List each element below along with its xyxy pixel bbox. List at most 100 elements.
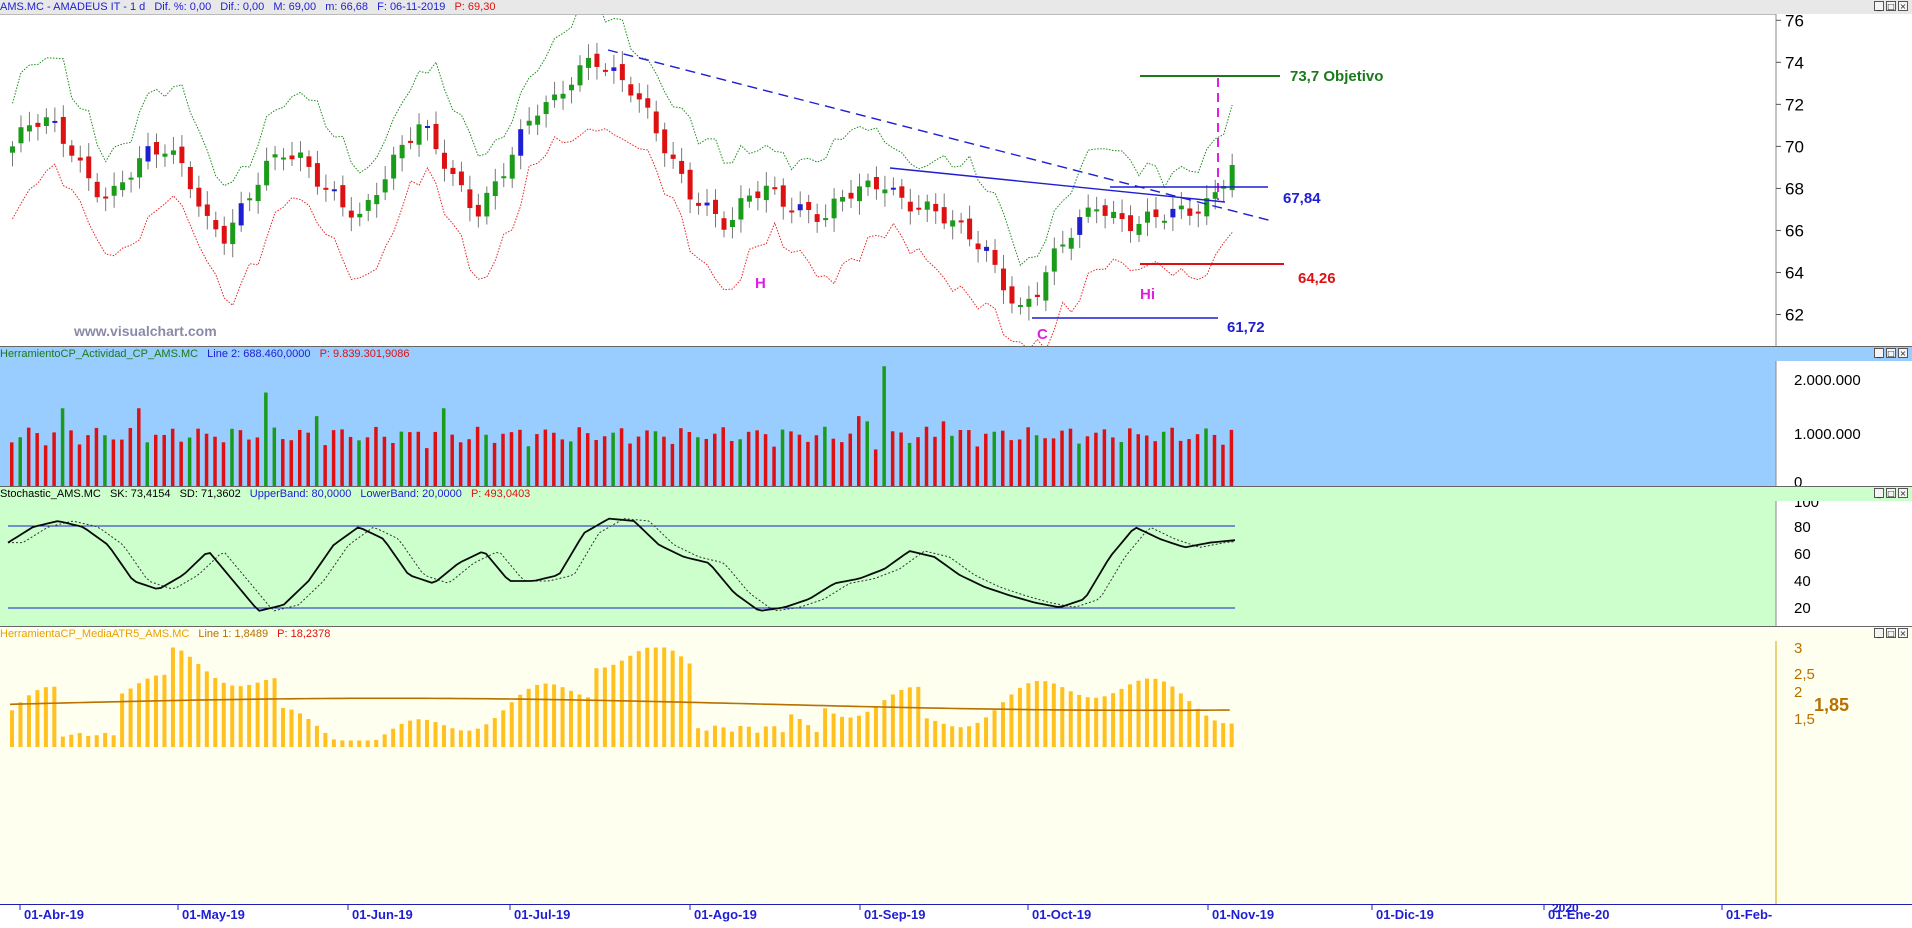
minimize-icon[interactable]: _ bbox=[1874, 488, 1884, 498]
volume-bar bbox=[264, 392, 268, 487]
candle-body bbox=[450, 167, 456, 174]
restore-icon[interactable]: □ bbox=[1886, 348, 1896, 358]
price-chart[interactable]: 62 64 66 68 70 72 74 76 73,7 Objetivo 67,84 64,… bbox=[0, 14, 1912, 346]
candle-body bbox=[230, 222, 236, 245]
volume-bar bbox=[594, 440, 598, 487]
volume-bar bbox=[331, 430, 336, 487]
candle-body bbox=[704, 202, 710, 206]
atr-bar bbox=[1221, 723, 1226, 747]
atr-bar bbox=[306, 718, 311, 747]
atr-bar bbox=[645, 647, 650, 747]
atr-bar bbox=[831, 713, 836, 747]
minimize-icon[interactable]: _ bbox=[1874, 1, 1884, 11]
atr-bar bbox=[560, 687, 565, 747]
volume-bar bbox=[560, 439, 565, 487]
volume-bar bbox=[365, 437, 370, 487]
atr-bar bbox=[967, 726, 972, 747]
volume-bar bbox=[992, 431, 997, 487]
candle-body bbox=[399, 144, 405, 159]
atr-bar bbox=[789, 714, 794, 747]
stochastic-tick-80: 80 bbox=[1794, 519, 1811, 536]
volume-bar bbox=[69, 430, 73, 487]
candle-body bbox=[763, 185, 769, 201]
volume-bar bbox=[35, 433, 39, 487]
restore-icon[interactable]: □ bbox=[1886, 1, 1896, 11]
volume-bar bbox=[526, 446, 531, 487]
volume-bar bbox=[179, 441, 183, 487]
volume-bar bbox=[873, 449, 878, 487]
close-icon[interactable]: × bbox=[1898, 1, 1908, 11]
volume-bar bbox=[255, 437, 260, 487]
y-tick-70: 70 bbox=[1785, 137, 1804, 156]
volume-bar bbox=[831, 438, 836, 487]
candle-body bbox=[1187, 208, 1193, 216]
restore-icon[interactable]: □ bbox=[1886, 488, 1896, 498]
atr-bar bbox=[696, 728, 701, 747]
minimize-icon[interactable]: _ bbox=[1874, 628, 1884, 638]
volume-bar bbox=[501, 433, 505, 487]
volume-bar bbox=[60, 408, 65, 487]
time-tick-label: 01-Ago-19 bbox=[694, 907, 757, 922]
y-tick-64: 64 bbox=[1785, 263, 1804, 282]
atr-pane[interactable]: HerramientaCP_MediaATR5_AMS.MC Line 1: 1… bbox=[0, 626, 1912, 905]
volume-bar bbox=[806, 441, 810, 487]
minimize-icon[interactable]: _ bbox=[1874, 348, 1884, 358]
stochastic-pane[interactable]: Stochastic_AMS.MC SK: 73,4154 SD: 71,360… bbox=[0, 486, 1912, 627]
candle-body bbox=[348, 210, 354, 218]
atr-chart[interactable]: 1,5 2 2,5 3 1,85 bbox=[0, 641, 1912, 905]
volume-bar bbox=[306, 432, 310, 487]
atr-bar bbox=[1136, 680, 1141, 747]
candle-body bbox=[1128, 215, 1134, 232]
volume-bar bbox=[314, 416, 319, 487]
atr-bar bbox=[713, 725, 718, 747]
atr-bar bbox=[992, 710, 997, 747]
volume-bar bbox=[721, 427, 725, 487]
stochastic-chart[interactable]: 20 40 60 80 100 bbox=[0, 501, 1912, 627]
pattern-label-hi: Hi bbox=[1140, 286, 1155, 303]
close-icon[interactable]: × bbox=[1898, 628, 1908, 638]
candle-body bbox=[120, 182, 126, 191]
atr-bar bbox=[340, 740, 345, 747]
candle-body bbox=[823, 218, 829, 221]
price-chart-pane[interactable]: AMS.MC - AMADEUS IT - 1 d Dif. %: 0,00 D… bbox=[0, 0, 1912, 346]
candle-body bbox=[967, 218, 973, 240]
close-icon[interactable]: × bbox=[1898, 488, 1908, 498]
volume-bar bbox=[18, 437, 22, 487]
atr-bar bbox=[933, 720, 938, 747]
candle-body bbox=[391, 154, 397, 179]
close-icon[interactable]: × bbox=[1898, 348, 1908, 358]
atr-bar bbox=[1128, 684, 1133, 747]
candle-body bbox=[441, 152, 447, 169]
volume-bar bbox=[272, 427, 277, 487]
atr-bar bbox=[772, 726, 777, 747]
volume-bar bbox=[1085, 436, 1090, 487]
candle-body bbox=[594, 53, 600, 67]
restore-icon[interactable]: □ bbox=[1886, 628, 1896, 638]
volume-bar bbox=[1051, 438, 1056, 487]
time-tick-label: 01-Dic-19 bbox=[1376, 907, 1434, 922]
volume-bar bbox=[729, 440, 734, 487]
candle-body bbox=[772, 187, 778, 190]
atr-bar bbox=[823, 708, 828, 747]
atr-bar bbox=[763, 726, 768, 747]
volume-chart[interactable]: 0 1.000.000 2.000.000 bbox=[0, 361, 1912, 487]
volume-bar bbox=[509, 432, 514, 487]
atr-bar bbox=[187, 656, 192, 747]
volume-pane[interactable]: HerramientoCP_Actividad_CP_AMS.MC Line 2… bbox=[0, 346, 1912, 487]
volume-bar bbox=[187, 437, 192, 487]
atr-bar bbox=[18, 702, 23, 747]
atr-bar bbox=[518, 694, 523, 747]
volume-indicator-name: HerramientoCP_Actividad_CP_AMS.MC bbox=[0, 348, 199, 360]
atr-bar bbox=[408, 720, 413, 747]
time-axis-svg: 01-Abr-19 01-May-19 01-Jun-19 01-Jul-19 01-A… bbox=[19, 901, 1772, 922]
candle-body bbox=[297, 152, 303, 158]
atr-bar bbox=[543, 683, 548, 747]
candle-body bbox=[204, 204, 210, 216]
atr-bar bbox=[264, 680, 269, 747]
volume-bar bbox=[746, 431, 751, 487]
candle-body bbox=[585, 57, 591, 68]
candle-body bbox=[1178, 205, 1184, 210]
volume-bar bbox=[348, 436, 353, 487]
dif-pct-label: Dif. %: 0,00 bbox=[154, 1, 212, 13]
volume-bar bbox=[10, 442, 14, 487]
